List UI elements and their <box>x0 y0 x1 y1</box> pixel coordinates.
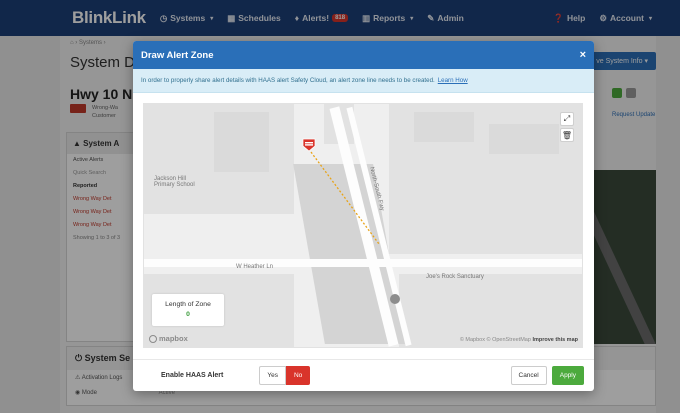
mapbox-ring-icon <box>149 334 157 343</box>
info-alert: In order to properly share alert details… <box>133 69 594 93</box>
enable-haas-toggle: Yes No <box>259 366 311 385</box>
toggle-no-button[interactable]: No <box>285 366 311 385</box>
learn-how-link[interactable]: Learn How <box>438 77 468 84</box>
mapbox-logo-text: mapbox <box>159 334 188 343</box>
zone-length-label: Length of Zone <box>165 301 211 308</box>
enable-haas-label: Enable HAAS Alert <box>161 372 224 379</box>
apply-button[interactable]: Apply <box>551 366 584 385</box>
expand-icon[interactable]: ⤢ <box>560 112 574 126</box>
zone-length-box: Length of Zone 0 <box>152 294 224 326</box>
zone-endpoint-handle[interactable] <box>390 294 400 304</box>
modal-title: Draw Alert Zone <box>141 49 214 61</box>
info-text: In order to properly share alert details… <box>141 77 435 84</box>
wrong-way-pin-icon[interactable] <box>302 138 316 152</box>
zone-line[interactable] <box>310 151 380 245</box>
attribution-text[interactable]: © Mapbox © OpenStreetMap <box>460 337 531 343</box>
zone-length-value: 0 <box>186 311 190 318</box>
mapbox-logo[interactable]: mapbox <box>149 334 188 343</box>
trash-icon[interactable]: 🗑 <box>560 128 574 142</box>
improve-map-link[interactable]: Improve this map <box>532 337 578 343</box>
map-canvas[interactable]: Jackson Hill Primary School W Heather Ln… <box>143 103 583 348</box>
cancel-button[interactable]: Cancel <box>510 366 547 385</box>
draw-alert-zone-modal: Draw Alert Zone × In order to properly s… <box>133 41 594 391</box>
map-attribution: © Mapbox © OpenStreetMap Improve this ma… <box>460 337 578 343</box>
modal-header: Draw Alert Zone × <box>133 41 594 69</box>
toggle-yes-button[interactable]: Yes <box>259 366 286 385</box>
close-icon[interactable]: × <box>580 49 586 61</box>
modal-footer: Enable HAAS Alert Yes No Cancel Apply <box>133 359 594 391</box>
